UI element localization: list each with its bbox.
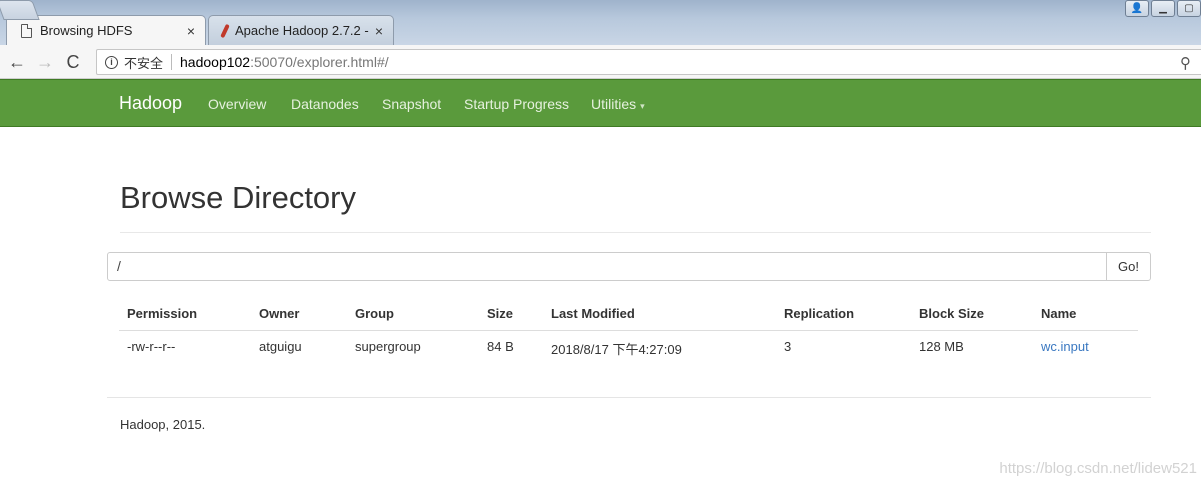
tab-title: Apache Hadoop 2.7.2 - — [235, 23, 369, 38]
url-host: hadoop102 — [180, 54, 251, 70]
page-title: Browse Directory — [120, 180, 356, 215]
cell-replication: 3 — [784, 339, 792, 354]
navbar-brand[interactable]: Hadoop — [119, 93, 182, 114]
security-label[interactable]: 不安全 — [124, 53, 163, 72]
url-path: :50070/explorer.html#/ — [250, 54, 389, 70]
user-icon[interactable]: 👤 — [1125, 0, 1149, 17]
file-link-wc-input[interactable]: wc.input — [1041, 339, 1089, 354]
column-header-group[interactable]: Group — [355, 306, 394, 321]
window-controls: 👤 ▁ ▢ — [1125, 0, 1201, 17]
hadoop-navbar: Hadoop Overview Datanodes Snapshot Start… — [0, 79, 1201, 127]
column-header-last-modified[interactable]: Last Modified — [551, 306, 635, 321]
nav-startup-progress[interactable]: Startup Progress — [464, 96, 569, 112]
nav-snapshot[interactable]: Snapshot — [382, 96, 441, 112]
nav-overview[interactable]: Overview — [208, 96, 266, 112]
tab-apache-hadoop[interactable]: Apache Hadoop 2.7.2 - × — [208, 15, 394, 45]
cell-permission: -rw-r--r-- — [127, 339, 176, 354]
title-divider — [120, 232, 1151, 233]
reload-icon[interactable]: C — [62, 51, 84, 73]
cell-owner: atguigu — [259, 339, 302, 354]
info-icon[interactable]: i — [105, 55, 118, 69]
browser-tab-strip: Browsing HDFS × Apache Hadoop 2.7.2 - × … — [0, 0, 1201, 45]
close-icon[interactable]: × — [375, 23, 383, 39]
column-header-size[interactable]: Size — [487, 306, 513, 321]
column-header-owner[interactable]: Owner — [259, 306, 299, 321]
tab-title: Browsing HDFS — [40, 23, 133, 38]
cell-block-size: 128 MB — [919, 339, 964, 354]
column-header-name[interactable]: Name — [1041, 306, 1076, 321]
new-tab-button[interactable] — [0, 0, 40, 20]
close-icon[interactable]: × — [187, 23, 195, 39]
go-button[interactable]: Go! — [1106, 252, 1151, 281]
address-bar[interactable]: i 不安全 hadoop102 :50070/explorer.html#/ ⚲ — [96, 49, 1201, 75]
back-arrow-icon[interactable]: ← — [6, 51, 28, 73]
column-header-block-size[interactable]: Block Size — [919, 306, 984, 321]
table-header-divider — [119, 330, 1138, 331]
minimize-button[interactable]: ▁ — [1151, 0, 1175, 17]
forward-arrow-icon[interactable]: → — [34, 51, 56, 73]
nav-utilities-label: Utilities — [591, 96, 637, 112]
nav-datanodes[interactable]: Datanodes — [291, 96, 359, 112]
watermark-text: https://blog.csdn.net/lidew521 — [999, 460, 1197, 477]
footer-divider — [107, 397, 1151, 398]
divider — [171, 54, 173, 70]
column-header-permission[interactable]: Permission — [127, 306, 197, 321]
cell-last-modified: 2018/8/17 下午4:27:09 — [551, 342, 682, 357]
cell-group: supergroup — [355, 339, 421, 354]
footer-text: Hadoop, 2015. — [120, 417, 206, 432]
hadoop-feather-icon — [220, 23, 230, 38]
zoom-icon[interactable]: ⚲ — [1180, 54, 1191, 72]
browser-toolbar: ← → C i 不安全 hadoop102 :50070/explorer.ht… — [0, 45, 1201, 79]
chevron-down-icon: ▾ — [640, 101, 645, 111]
column-header-replication[interactable]: Replication — [784, 306, 854, 321]
nav-utilities[interactable]: Utilities ▾ — [591, 96, 645, 112]
directory-path-input[interactable]: / — [107, 252, 1107, 281]
maximize-button[interactable]: ▢ — [1177, 0, 1201, 17]
document-icon — [21, 23, 32, 38]
cell-size: 84 B — [487, 339, 514, 354]
